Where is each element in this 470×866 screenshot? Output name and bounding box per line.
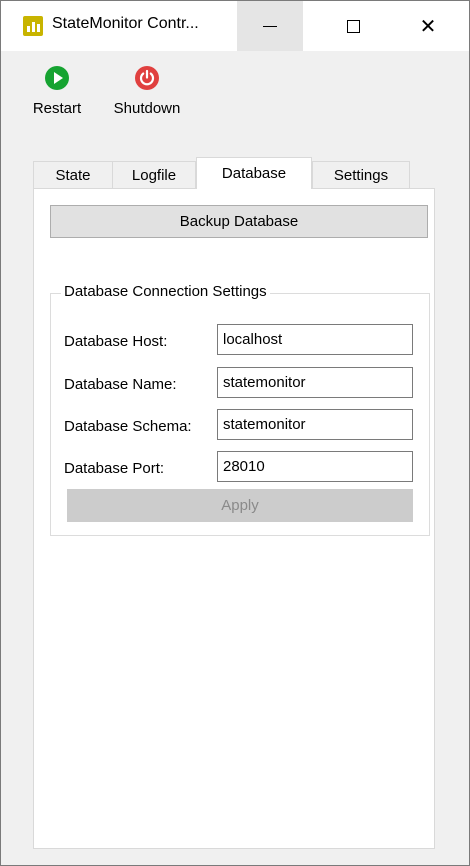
close-button[interactable]: ✕	[395, 1, 461, 51]
tab-state[interactable]: State	[33, 161, 113, 188]
app-logo-icon	[23, 16, 43, 36]
maximize-icon	[346, 19, 360, 33]
toolbar: Restart Shutdown	[1, 51, 469, 147]
connection-settings-group: Database Connection Settings Database Ho…	[50, 283, 430, 536]
apply-button[interactable]: Apply	[67, 489, 413, 522]
minimize-button[interactable]	[237, 1, 303, 51]
database-port-label: Database Port:	[64, 460, 165, 477]
tab-settings[interactable]: Settings	[312, 161, 410, 188]
window-title: StateMonitor Contr...	[52, 15, 199, 32]
database-host-input[interactable]	[217, 324, 413, 355]
restart-button[interactable]: Restart	[25, 65, 89, 117]
database-port-input[interactable]	[217, 451, 413, 482]
app-window: StateMonitor Contr... ✕ Restart Shutdown	[0, 0, 470, 866]
database-host-label: Database Host:	[64, 333, 168, 350]
database-schema-label: Database Schema:	[64, 418, 192, 435]
database-tab-panel: Backup Database Database Connection Sett…	[33, 188, 435, 849]
power-icon	[135, 66, 159, 90]
database-schema-input[interactable]	[217, 409, 413, 440]
close-icon: ✕	[419, 14, 437, 38]
database-name-label: Database Name:	[64, 376, 177, 393]
tab-logfile[interactable]: Logfile	[112, 161, 196, 188]
database-name-input[interactable]	[217, 367, 413, 398]
group-title: Database Connection Settings	[61, 283, 270, 300]
minimize-icon	[263, 25, 277, 27]
tab-database[interactable]: Database	[196, 157, 312, 189]
backup-database-button[interactable]: Backup Database	[50, 205, 428, 238]
tab-control: State Logfile Database Settings Backup D…	[33, 157, 435, 849]
play-icon	[45, 66, 69, 90]
title-bar[interactable]: StateMonitor Contr... ✕	[1, 1, 469, 51]
shutdown-button[interactable]: Shutdown	[101, 65, 193, 117]
restart-label: Restart	[32, 100, 82, 117]
maximize-button[interactable]	[320, 1, 386, 51]
shutdown-label: Shutdown	[113, 100, 181, 117]
